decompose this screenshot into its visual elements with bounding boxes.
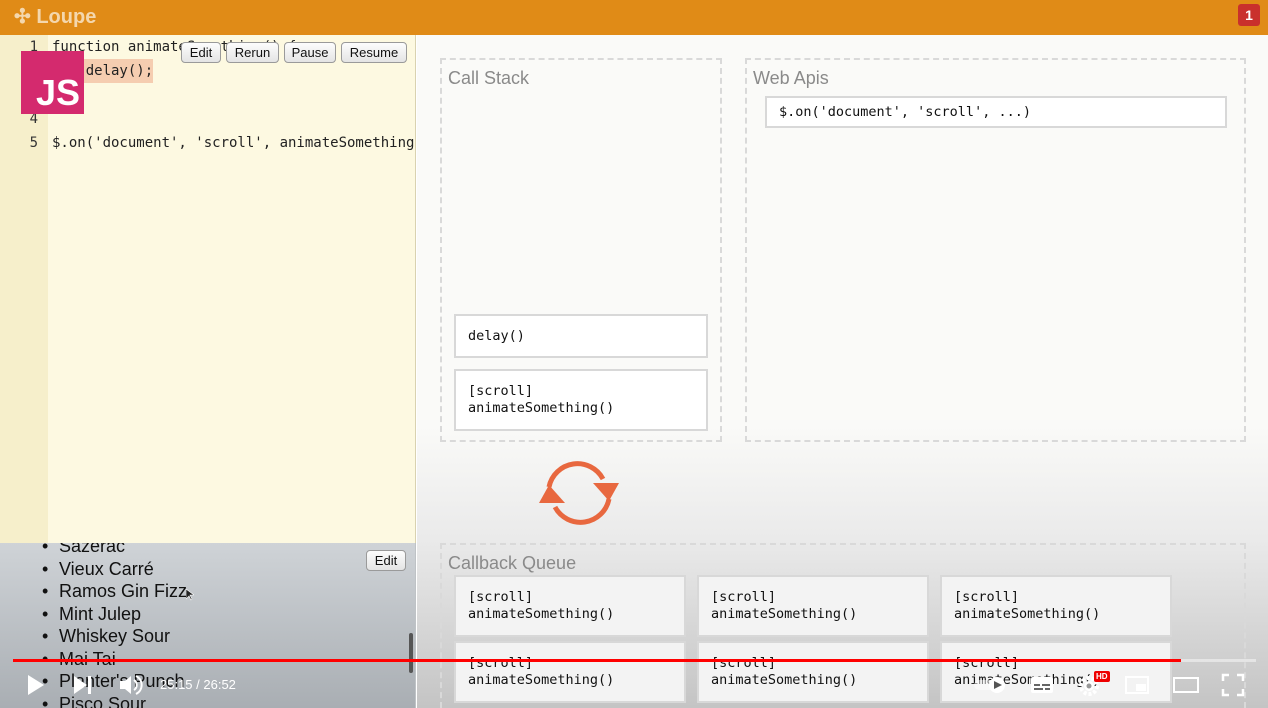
queued-callback[interactable]: [scroll] animateSomething() — [454, 575, 686, 637]
stack-frame[interactable]: delay() — [454, 314, 708, 358]
miniplayer-icon[interactable] — [1124, 672, 1150, 698]
event-loop-icon — [539, 461, 619, 525]
hd-badge: HD — [1094, 671, 1110, 682]
list-item: Ramos Gin Fizz — [40, 580, 187, 603]
callback-queue-title: Callback Queue — [448, 553, 577, 573]
scrollbar[interactable] — [409, 633, 413, 673]
notification-badge[interactable]: 1 — [1238, 4, 1260, 26]
loupe-logo-icon: ✣ — [14, 6, 37, 28]
autoplay-toggle-icon[interactable] — [972, 672, 1010, 698]
edit-button[interactable]: Edit — [181, 42, 221, 63]
code-text: $.on('document', 'scroll', animateSometh… — [52, 135, 416, 151]
progress-played[interactable] — [13, 659, 1182, 662]
time-display: 25:15 / 26:52 — [160, 677, 236, 692]
code-editor[interactable]: 1 function animateSomething() { 2 delay(… — [0, 35, 416, 543]
runtime-visualization: Call Stack delay() [scroll] animateSomet… — [417, 35, 1268, 708]
play-icon[interactable] — [26, 672, 46, 698]
mouse-cursor-icon — [186, 589, 194, 601]
list-item: Whiskey Sour — [40, 625, 187, 648]
next-icon[interactable] — [72, 672, 94, 698]
web-apis-panel: Web Apis $.on('document', 'scroll', ...) — [745, 58, 1246, 442]
app-title: ✣ Loupe — [14, 6, 97, 28]
subtitles-icon[interactable] — [1030, 672, 1054, 698]
volume-icon[interactable] — [118, 672, 144, 698]
js-logo: JS — [21, 51, 84, 114]
queued-callback[interactable]: [scroll] animateSomething() — [697, 575, 929, 637]
call-stack-panel: Call Stack delay() [scroll] animateSomet… — [440, 58, 722, 442]
list-item: Pisco Sour — [40, 693, 187, 708]
resume-button[interactable]: Resume — [341, 42, 407, 63]
rerun-button[interactable]: Rerun — [226, 42, 279, 63]
line-number: 5 — [29, 135, 38, 151]
pause-button[interactable]: Pause — [284, 42, 336, 63]
call-stack-title: Call Stack — [448, 68, 530, 88]
web-api-item[interactable]: $.on('document', 'scroll', ...) — [765, 96, 1227, 128]
web-apis-title: Web Apis — [753, 68, 829, 88]
stack-frame[interactable]: [scroll] animateSomething() — [454, 369, 708, 431]
theater-mode-icon[interactable] — [1172, 672, 1200, 698]
list-item: Mint Julep — [40, 603, 187, 626]
list-item: Vieux Carré — [40, 558, 187, 581]
queued-callback[interactable]: [scroll] animateSomething() — [697, 641, 929, 703]
html-edit-button[interactable]: Edit — [366, 550, 406, 571]
app-header: ✣ Loupe 1 — [0, 0, 1268, 35]
fullscreen-icon[interactable] — [1220, 672, 1246, 698]
queued-callback[interactable]: [scroll] animateSomething() — [940, 575, 1172, 637]
list-item: Sazerac — [40, 543, 187, 558]
queued-callback[interactable]: [scroll] animateSomething() — [454, 641, 686, 703]
